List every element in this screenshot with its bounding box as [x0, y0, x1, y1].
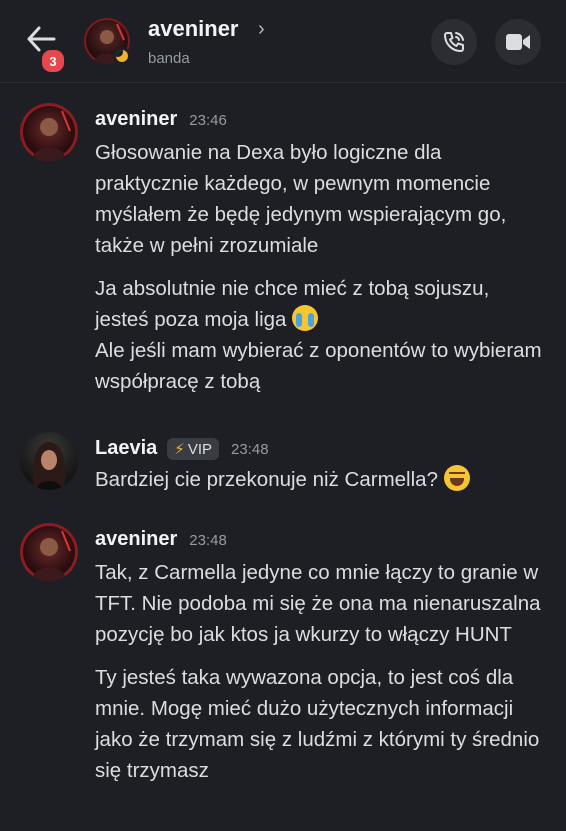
- video-button[interactable]: [495, 19, 541, 65]
- message-meta: aveniner 23:48: [95, 528, 227, 551]
- message-author[interactable]: aveniner: [95, 108, 177, 131]
- page-title[interactable]: aveniner: [148, 16, 239, 42]
- avatar[interactable]: [20, 523, 78, 581]
- lightning-icon: ⚡: [174, 441, 185, 458]
- vip-badge: ⚡ VIP: [167, 438, 219, 460]
- unread-badge: 3: [40, 48, 66, 74]
- message-timestamp: 23:48: [231, 441, 269, 458]
- message-text: Ja absolutnie nie chce mieć z tobą sojus…: [95, 273, 545, 335]
- message-author[interactable]: Laevia: [95, 437, 157, 460]
- vip-badge-label: VIP: [187, 440, 212, 458]
- chat-header: 3 aveniner › banda: [0, 0, 566, 83]
- phone-call-icon: [444, 32, 464, 52]
- avatar-art: [32, 442, 66, 490]
- message-text-span: Bardziej cie przekonuje niż Carmella?: [95, 468, 438, 491]
- header-subtitle: banda: [148, 50, 190, 67]
- call-button[interactable]: [431, 19, 477, 65]
- avatar[interactable]: [20, 432, 78, 490]
- message-meta: aveniner 23:46: [95, 108, 227, 131]
- message-text: Tak, z Carmella jedyne co mnie łączy to …: [95, 561, 541, 646]
- message-text: Głosowanie na Dexa było logiczne dla pra…: [95, 141, 507, 257]
- message-content: Głosowanie na Dexa było logiczne dla pra…: [95, 137, 545, 397]
- avatar-art: [32, 110, 71, 161]
- idle-moon-icon: [113, 47, 131, 65]
- message-meta: Laevia ⚡ VIP 23:48: [95, 437, 269, 460]
- message-text: Bardziej cie przekonuje niż Carmella?: [95, 464, 545, 495]
- loudly-crying-emoji: [292, 305, 319, 331]
- grinning-squinting-emoji: [443, 465, 470, 491]
- message-content: Bardziej cie przekonuje niż Carmella?: [95, 464, 545, 495]
- chevron-right-icon[interactable]: ›: [258, 18, 265, 41]
- message-author[interactable]: aveniner: [95, 528, 177, 551]
- message-timestamp: 23:48: [189, 532, 227, 549]
- message-content: Tak, z Carmella jedyne co mnie łączy to …: [95, 557, 545, 786]
- message-text: Ale jeśli mam wybierać z oponentów to wy…: [95, 339, 542, 393]
- video-camera-icon: [506, 34, 530, 50]
- chat-screen: 3 aveniner › banda aveniner 23:46 Głosow…: [0, 0, 566, 831]
- message-text: Ty jesteś taka wywazona opcja, to jest c…: [95, 666, 540, 782]
- avatar-art: [32, 530, 71, 581]
- message-timestamp: 23:46: [189, 112, 227, 129]
- avatar[interactable]: [20, 103, 78, 161]
